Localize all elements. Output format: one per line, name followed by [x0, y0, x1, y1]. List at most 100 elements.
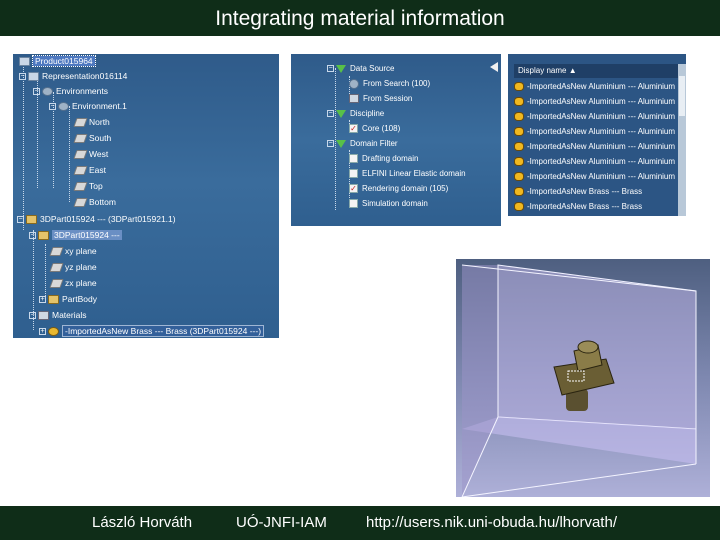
domain-checkbox[interactable]	[349, 199, 358, 209]
footer-author: László Horváth	[92, 514, 193, 531]
filter-label: Simulation domain	[362, 199, 428, 208]
results-row-label: -ImportedAsNew Aluminium --- Aluminium	[527, 97, 676, 106]
collapse-toggle[interactable]: −	[49, 103, 56, 111]
collapse-toggle[interactable]: −	[19, 73, 26, 81]
results-list-panel: Display name ▲ -ImportedAsNew Aluminium …	[508, 54, 686, 216]
filter-label: From Search (100)	[363, 79, 431, 88]
materials-icon	[38, 311, 49, 321]
tree-item-part-instance[interactable]: − 3DPart015924 --- (3DPart015921.1)	[17, 212, 176, 226]
box-edge	[461, 463, 697, 497]
filter-domain-option[interactable]: ✓ Rendering domain (105)	[349, 182, 448, 195]
results-scrollbar[interactable]	[678, 64, 686, 216]
footer-url[interactable]: http://users.nik.uni-obuda.hu/lhorvath/	[366, 514, 617, 531]
plane-icon	[73, 198, 88, 208]
results-row[interactable]: -ImportedAsNew Brass --- Brass	[514, 200, 686, 214]
tree-item-label: PartBody	[62, 294, 97, 304]
collapse-toggle[interactable]: −	[33, 88, 40, 96]
tree-item-plane[interactable]: xy plane	[49, 244, 97, 258]
tree-item-material[interactable]: + -ImportedAsNew Brass --- Brass (3DPart0…	[39, 324, 265, 338]
tree-item-environment[interactable]: − Environment.1	[49, 99, 127, 113]
scrollbar-thumb[interactable]	[679, 76, 685, 116]
results-row[interactable]: -ImportedAsNew Aluminium --- Aluminium	[514, 140, 686, 154]
filter-label: From Session	[363, 94, 413, 103]
results-row-label: -ImportedAsNew Aluminium --- Aluminium	[527, 82, 676, 91]
filter-label: Domain Filter	[350, 139, 398, 148]
results-row[interactable]: -ImportedAsNew Aluminium --- Aluminium	[514, 170, 686, 184]
tree-item-direction[interactable]: Bottom	[73, 195, 116, 209]
part-icon	[26, 215, 37, 225]
tree-item-label: Representation016114	[42, 71, 128, 81]
filter-from-session[interactable]: From Session	[349, 92, 412, 105]
filter-domain-option[interactable]: ELFINI Linear Elastic domain	[349, 167, 466, 180]
tree-item-plane[interactable]: zx plane	[49, 276, 97, 290]
tree-item-label: 3DPart015924 --- (3DPart015921.1)	[40, 214, 176, 224]
3d-viewport[interactable]	[456, 259, 710, 497]
expand-toggle[interactable]: +	[39, 296, 46, 304]
material-icon	[514, 187, 524, 197]
results-row-label: -ImportedAsNew Brass --- Brass	[527, 187, 643, 196]
filter-label: Discipline	[350, 109, 385, 118]
filter-label: Rendering domain (105)	[362, 184, 449, 193]
tree-item-representation[interactable]: − Representation016114	[19, 69, 127, 83]
tree-item-label: Materials	[52, 310, 87, 320]
tree-item-plane[interactable]: yz plane	[49, 260, 97, 274]
tree-connector	[23, 64, 24, 230]
tree-connector	[45, 244, 46, 296]
tree-item-direction[interactable]: East	[73, 163, 106, 177]
tree-item-label: Bottom	[89, 197, 116, 207]
partbody-icon	[48, 295, 59, 305]
expand-toggle[interactable]: +	[39, 328, 46, 336]
tree-item-product[interactable]: Product015964	[19, 54, 96, 68]
collapse-toggle[interactable]: −	[29, 312, 36, 320]
results-row[interactable]: -ImportedAsNew Aluminium --- Aluminium	[514, 80, 686, 94]
tree-item-environments[interactable]: − Environments	[33, 84, 108, 98]
tree-item-label: 3DPart015924 ---	[52, 230, 122, 240]
plane-icon	[73, 150, 88, 160]
display-name-column-header[interactable]: Display name ▲	[514, 64, 686, 78]
material-icon	[514, 142, 524, 152]
plane-icon	[49, 247, 64, 257]
tree-item-part[interactable]: − 3DPart015924 ---	[29, 228, 122, 242]
plane-icon	[49, 279, 64, 289]
results-row[interactable]: -ImportedAsNew Aluminium --- Aluminium	[514, 95, 686, 109]
filter-data-source[interactable]: − Data Source	[327, 62, 394, 75]
filter-domain[interactable]: − Domain Filter	[327, 137, 398, 150]
collapse-toggle[interactable]: −	[327, 110, 334, 118]
results-row[interactable]: -ImportedAsNew Aluminium --- Aluminium	[514, 155, 686, 169]
material-icon	[514, 97, 524, 107]
tree-item-direction[interactable]: Top	[73, 179, 103, 193]
results-row[interactable]: -ImportedAsNew Brass --- Brass	[514, 185, 686, 199]
domain-checkbox[interactable]	[349, 169, 358, 179]
results-row[interactable]: -ImportedAsNew Aluminium --- Aluminium	[514, 110, 686, 124]
collapse-toggle[interactable]: −	[17, 216, 24, 224]
plane-icon	[73, 166, 88, 176]
core-checkbox[interactable]: ✓	[349, 124, 358, 134]
tree-item-direction[interactable]: North	[73, 115, 110, 129]
filter-from-search[interactable]: From Search (100)	[349, 77, 430, 90]
filter-discipline[interactable]: − Discipline	[327, 107, 384, 120]
tree-item-label: West	[89, 149, 109, 159]
results-row-label: -ImportedAsNew Aluminium --- Aluminium	[527, 112, 676, 121]
environment-box-render	[461, 264, 697, 497]
collapse-toggle[interactable]: −	[327, 140, 334, 148]
filter-icon	[336, 109, 346, 118]
collapse-toggle[interactable]: −	[29, 232, 36, 240]
tree-item-direction[interactable]: South	[73, 131, 111, 145]
collapse-arrow-icon[interactable]	[490, 62, 498, 72]
tree-item-materials[interactable]: − Materials	[29, 308, 86, 322]
material-icon	[514, 157, 524, 167]
results-row-label: -ImportedAsNew Aluminium --- Aluminium	[527, 157, 676, 166]
domain-checkbox[interactable]	[349, 154, 358, 164]
tree-item-partbody[interactable]: + PartBody	[39, 292, 97, 306]
tree-item-direction[interactable]: West	[73, 147, 109, 161]
collapse-toggle[interactable]: −	[327, 65, 334, 73]
results-row[interactable]: -ImportedAsNew Aluminium --- Aluminium	[514, 125, 686, 139]
tree-item-label: Environments	[56, 86, 108, 96]
filter-domain-option[interactable]: Drafting domain	[349, 152, 418, 165]
domain-checkbox[interactable]: ✓	[349, 184, 358, 194]
environments-icon	[42, 87, 53, 97]
filter-core[interactable]: ✓ Core (108)	[349, 122, 400, 135]
results-row-label: -ImportedAsNew Aluminium --- Aluminium	[527, 172, 676, 181]
slide-title: Integrating material information	[215, 7, 505, 30]
filter-domain-option[interactable]: Simulation domain	[349, 197, 428, 210]
